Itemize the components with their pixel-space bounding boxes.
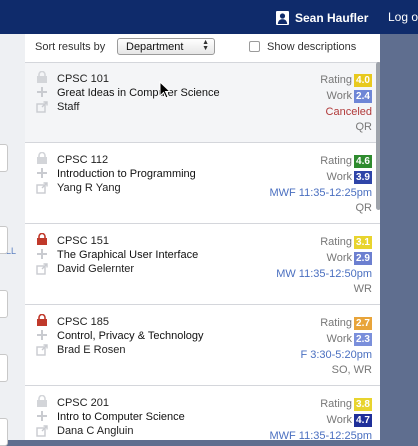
rating-badge: 2.7 [354,317,372,330]
distributional-requirements: QR [355,121,373,133]
distributional-requirements: QR [355,202,373,214]
distributional-requirements: WR [353,283,372,295]
course-instructor: Yang R Yang [57,182,121,194]
sort-select-value: Department [126,41,184,53]
work-label: Work [326,90,352,102]
external-link-icon[interactable] [36,101,48,113]
sort-label: Sort results by [35,41,106,53]
course-instructor: Dana C Angluin [57,425,134,437]
course-schedule: Canceled [325,106,372,118]
add-icon[interactable] [36,86,48,98]
course-actions [36,314,48,359]
left-input-field[interactable] [0,418,8,446]
course-code[interactable]: CPSC 185 [57,316,109,328]
external-link-icon[interactable] [36,344,48,356]
course-title[interactable]: Control, Privacy & Technology [57,330,204,342]
rating-badge: 4.6 [354,155,372,168]
results-toolbar: Sort results by Department ▲ ▼ Show descr… [25,34,380,63]
lock-icon [37,233,47,245]
work-badge: 2.3 [354,333,372,346]
lock-open-icon [37,71,47,83]
show-descriptions-checkbox[interactable] [249,41,260,52]
select-arrows-icon: ▲ ▼ [202,39,209,52]
top-bar: Sean Haufler Log out [0,0,418,34]
user-icon [276,11,289,25]
course-code[interactable]: CPSC 201 [57,397,109,409]
rating-label: Rating [320,236,352,248]
work-badge: 4.7 [354,414,372,427]
external-link-icon[interactable] [36,182,48,194]
course-instructor: David Gelernter [57,263,135,275]
work-label: Work [326,252,352,264]
course-row[interactable]: CPSC 151 The Graphical User Interface Davi… [25,225,380,305]
show-descriptions-label[interactable]: Show descriptions [267,41,356,53]
lock-open-icon [37,152,47,164]
course-schedule: MWF 11:35-12:25pm [269,187,372,199]
work-label: Work [326,333,352,345]
course-row[interactable]: CPSC 185 Control, Privacy & Technology Bra… [25,306,380,386]
course-code[interactable]: CPSC 101 [57,73,109,85]
work-label: Work [326,171,352,183]
course-title[interactable]: Great Ideas in Computer Science [57,87,220,99]
course-schedule: MWF 11:35-12:25pm [269,430,372,440]
course-actions [36,71,48,116]
rating-label: Rating [320,74,352,86]
left-panel: ALL [0,34,26,446]
left-input-field[interactable] [0,354,8,382]
add-icon[interactable] [36,167,48,179]
course-code[interactable]: CPSC 112 [57,154,108,166]
mouse-cursor-icon [159,81,171,99]
lock-icon [37,314,47,326]
left-input-field[interactable] [0,290,8,318]
course-row[interactable]: CPSC 101 Great Ideas in Computer Science S… [25,63,380,143]
add-icon[interactable] [36,248,48,260]
course-title[interactable]: The Graphical User Interface [57,249,198,261]
left-input-field[interactable] [0,226,8,254]
work-badge: 2.4 [354,90,372,103]
rating-badge: 4.0 [354,74,372,87]
course-code[interactable]: CPSC 151 [57,235,109,247]
work-badge: 2.9 [354,252,372,265]
rating-label: Rating [320,398,352,410]
add-icon[interactable] [36,410,48,422]
rating-badge: 3.8 [354,398,372,411]
course-schedule: MW 11:35-12:50pm [276,268,372,280]
course-actions [36,395,48,440]
course-row[interactable]: CPSC 112 Introduction to Programming Yang … [25,144,380,224]
rating-badge: 3.1 [354,236,372,249]
course-schedule: F 3:30-5:20pm [300,349,372,361]
course-instructor: Staff [57,101,80,113]
rating-label: Rating [320,155,352,167]
user-name: Sean Haufler [295,11,369,25]
left-input-field[interactable] [0,144,8,172]
rating-label: Rating [320,317,352,329]
course-actions [36,233,48,278]
external-link-icon[interactable] [36,263,48,275]
course-title[interactable]: Intro to Computer Science [57,411,185,423]
background-overlay [380,34,418,440]
lock-open-icon [37,395,47,407]
course-actions [36,152,48,197]
sort-select[interactable]: Department ▲ ▼ [117,38,215,55]
course-row[interactable]: CPSC 201 Intro to Computer Science Dana C … [25,387,380,440]
logout-link[interactable]: Log out [388,10,418,24]
add-icon[interactable] [36,329,48,341]
external-link-icon[interactable] [36,425,48,437]
user-menu[interactable]: Sean Haufler [276,10,368,26]
course-title[interactable]: Introduction to Programming [57,168,196,180]
work-badge: 3.9 [354,171,372,184]
course-instructor: Brad E Rosen [57,344,126,356]
distributional-requirements: SO, WR [331,364,372,376]
results-panel: Sort results by Department ▲ ▼ Show descr… [25,34,380,440]
work-label: Work [326,414,352,426]
